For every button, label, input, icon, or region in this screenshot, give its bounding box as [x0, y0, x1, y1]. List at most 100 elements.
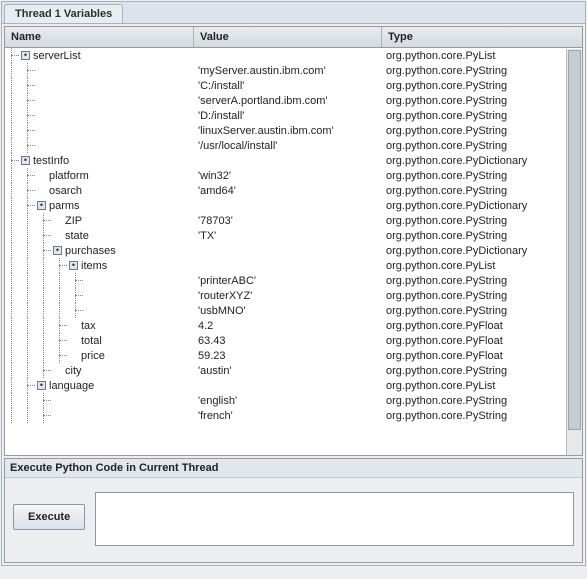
table-row[interactable]: total 63.43org.python.core.PyFloat [5, 333, 582, 348]
variable-type: org.python.core.PyString [382, 110, 582, 122]
table-row[interactable]: 'C:/install'org.python.core.PyString [5, 78, 582, 93]
name-cell: •purchases [5, 243, 194, 258]
variable-name: price [81, 350, 105, 362]
table-row[interactable]: ZIP'78703'org.python.core.PyString [5, 213, 582, 228]
execute-button[interactable]: Execute [13, 504, 85, 530]
variable-value: 'serverA.portland.ibm.com' [194, 95, 382, 107]
name-cell: city [5, 363, 194, 378]
collapse-icon[interactable]: • [37, 201, 46, 210]
variable-value: 'english' [194, 395, 382, 407]
name-cell [5, 303, 194, 318]
variable-type: org.python.core.PyString [382, 365, 582, 377]
name-cell [5, 108, 194, 123]
variable-type: org.python.core.PyString [382, 65, 582, 77]
name-cell: •serverList [5, 48, 194, 63]
table-row[interactable]: •parms org.python.core.PyDictionary [5, 198, 582, 213]
name-cell: price [5, 348, 194, 363]
variable-value: 'usbMNO' [194, 305, 382, 317]
variable-value: 'D:/install' [194, 110, 382, 122]
variable-type: org.python.core.PyString [382, 170, 582, 182]
name-cell [5, 393, 194, 408]
table-row[interactable]: 'routerXYZ'org.python.core.PyString [5, 288, 582, 303]
variable-type: org.python.core.PyString [382, 95, 582, 107]
table-row[interactable]: 'english'org.python.core.PyString [5, 393, 582, 408]
variable-name: parms [49, 200, 80, 212]
variable-name: ZIP [65, 215, 82, 227]
table-row[interactable]: tax4.2org.python.core.PyFloat [5, 318, 582, 333]
name-cell: •items [5, 258, 194, 273]
collapse-icon[interactable]: • [21, 51, 30, 60]
variable-type: org.python.core.PyString [382, 125, 582, 137]
table-row[interactable]: price 59.23org.python.core.PyFloat [5, 348, 582, 363]
variable-type: org.python.core.PyDictionary [382, 200, 582, 212]
variable-type: org.python.core.PyDictionary [382, 155, 582, 167]
variable-name: tax [81, 320, 96, 332]
variable-value: 59.23 [194, 350, 382, 362]
collapse-icon[interactable]: • [37, 381, 46, 390]
variable-type: org.python.core.PyString [382, 290, 582, 302]
variable-name: platform [49, 170, 89, 182]
collapse-icon[interactable]: • [21, 156, 30, 165]
variable-value: 'french' [194, 410, 382, 422]
name-cell: •testInfo [5, 153, 194, 168]
table-body: •serverListorg.python.core.PyList'myServ… [5, 48, 582, 453]
collapse-icon[interactable]: • [69, 261, 78, 270]
table-row[interactable]: •language org.python.core.PyList [5, 378, 582, 393]
scroll-thumb[interactable] [568, 50, 581, 430]
variable-value: 'routerXYZ' [194, 290, 382, 302]
table-row[interactable]: 'D:/install'org.python.core.PyString [5, 108, 582, 123]
variable-name: city [65, 365, 82, 377]
variable-type: org.python.core.PyFloat [382, 320, 582, 332]
variable-name: purchases [65, 245, 116, 257]
code-input[interactable] [95, 492, 574, 546]
variable-name: items [81, 260, 107, 272]
variable-value: 'printerABC' [194, 275, 382, 287]
name-cell [5, 138, 194, 153]
table-row[interactable]: 'myServer.austin.ibm.com'org.python.core… [5, 63, 582, 78]
vertical-scrollbar[interactable] [566, 49, 582, 455]
table-row[interactable]: city'austin'org.python.core.PyString [5, 363, 582, 378]
table-row[interactable]: •itemsorg.python.core.PyList [5, 258, 582, 273]
table-row[interactable]: state'TX'org.python.core.PyString [5, 228, 582, 243]
table-row[interactable]: •serverListorg.python.core.PyList [5, 48, 582, 63]
table-row[interactable]: '/usr/local/install'org.python.core.PySt… [5, 138, 582, 153]
variable-type: org.python.core.PyString [382, 215, 582, 227]
execute-panel: Execute Python Code in Current Thread Ex… [4, 458, 583, 563]
variable-type: org.python.core.PyFloat [382, 350, 582, 362]
variable-name: testInfo [33, 155, 69, 167]
table-row[interactable]: 'printerABC'org.python.core.PyString [5, 273, 582, 288]
table-row[interactable]: platform'win32'org.python.core.PyString [5, 168, 582, 183]
table-row[interactable]: 'usbMNO'org.python.core.PyString [5, 303, 582, 318]
tab-thread-variables[interactable]: Thread 1 Variables [4, 4, 123, 23]
name-cell: osarch [5, 183, 194, 198]
variable-type: org.python.core.PyString [382, 80, 582, 92]
column-header-value[interactable]: Value [194, 27, 382, 47]
table-row[interactable]: osarch'amd64'org.python.core.PyString [5, 183, 582, 198]
table-row[interactable]: 'serverA.portland.ibm.com'org.python.cor… [5, 93, 582, 108]
name-cell [5, 93, 194, 108]
variable-name: osarch [49, 185, 82, 197]
table-row[interactable]: •testInfo org.python.core.PyDictionary [5, 153, 582, 168]
variable-type: org.python.core.PyString [382, 185, 582, 197]
tab-bar: Thread 1 Variables [2, 2, 585, 24]
column-header-type[interactable]: Type [382, 27, 582, 47]
collapse-icon[interactable]: • [53, 246, 62, 255]
table-row[interactable]: •purchases org.python.core.PyDictionary [5, 243, 582, 258]
variable-value: 'TX' [194, 230, 382, 242]
table-row[interactable]: 'linuxServer.austin.ibm.com'org.python.c… [5, 123, 582, 138]
variable-name: total [81, 335, 102, 347]
variable-name: serverList [33, 50, 81, 62]
variable-type: org.python.core.PyDictionary [382, 245, 582, 257]
name-cell: state [5, 228, 194, 243]
variable-type: org.python.core.PyString [382, 230, 582, 242]
variable-type: org.python.core.PyFloat [382, 335, 582, 347]
name-cell: •language [5, 378, 194, 393]
variable-type: org.python.core.PyList [382, 380, 582, 392]
column-header-name[interactable]: Name [5, 27, 194, 47]
variable-value: 'myServer.austin.ibm.com' [194, 65, 382, 77]
variables-panel: Thread 1 Variables Name Value Type •serv… [1, 1, 586, 566]
name-cell: •parms [5, 198, 194, 213]
table-row[interactable]: 'french'org.python.core.PyString [5, 408, 582, 423]
variable-type: org.python.core.PyString [382, 305, 582, 317]
variable-value: 63.43 [194, 335, 382, 347]
